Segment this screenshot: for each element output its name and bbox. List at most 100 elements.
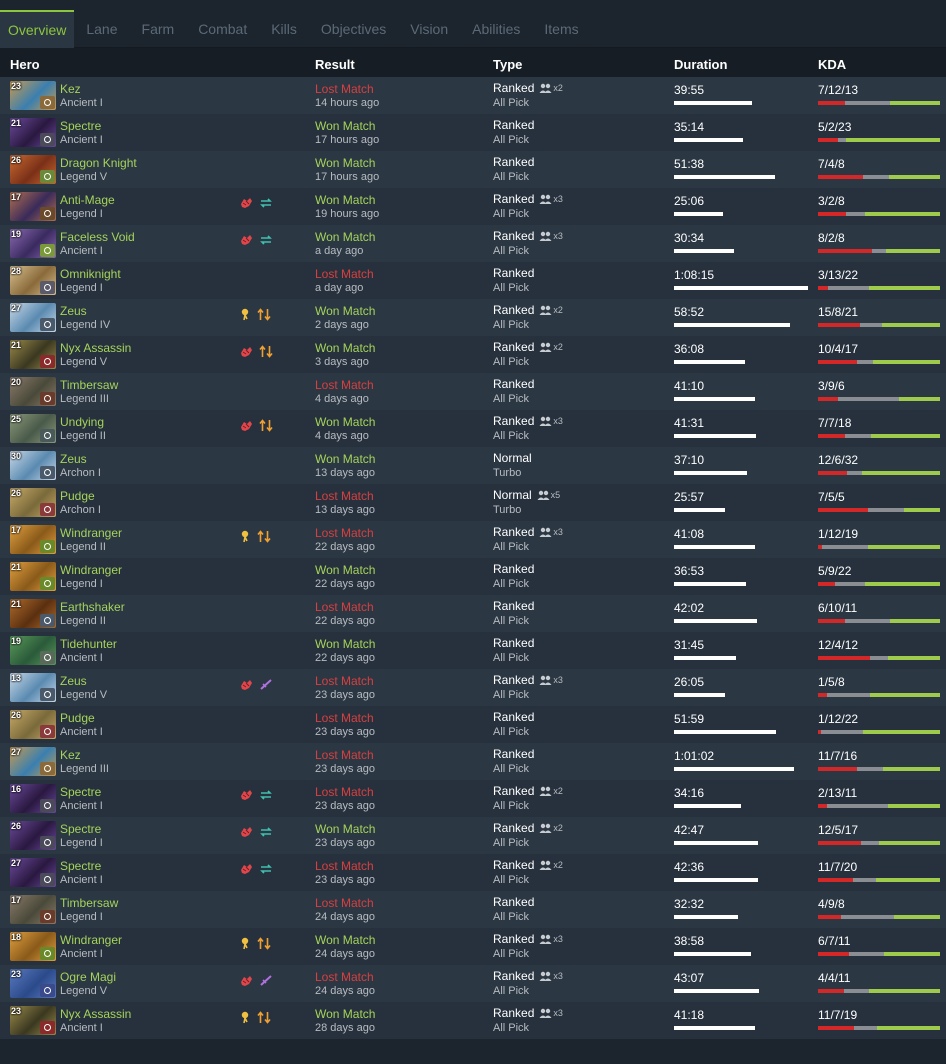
hero-portrait[interactable]: 19 bbox=[10, 636, 56, 665]
tab-overview[interactable]: Overview bbox=[0, 10, 75, 48]
table-row[interactable]: 21 Earthshaker Legend II Lost Match 22 days … bbox=[0, 595, 946, 632]
hero-name[interactable]: Omniknight bbox=[60, 267, 121, 281]
hero-name[interactable]: Anti-Mage bbox=[60, 193, 115, 207]
table-row[interactable]: 16 Spectre Ancient I Lost Match 23 days ago R… bbox=[0, 780, 946, 817]
table-row[interactable]: 21 Windranger Legend I Won Match 22 days ago… bbox=[0, 558, 946, 595]
hero-name[interactable]: Spectre bbox=[60, 859, 101, 873]
table-row[interactable]: 28 Omniknight Legend I Lost Match a day ago R… bbox=[0, 262, 946, 299]
hero-portrait[interactable]: 27 bbox=[10, 747, 56, 776]
hero-portrait[interactable]: 26 bbox=[10, 155, 56, 184]
match-result[interactable]: Won Match bbox=[315, 1007, 375, 1021]
match-result[interactable]: Lost Match bbox=[315, 489, 374, 503]
table-row[interactable]: 26 Pudge Archon I Lost Match 13 days ago Norm… bbox=[0, 484, 946, 521]
hero-portrait[interactable]: 27 bbox=[10, 858, 56, 887]
match-result[interactable]: Lost Match bbox=[315, 526, 374, 540]
hero-portrait[interactable]: 16 bbox=[10, 784, 56, 813]
tab-items[interactable]: Items bbox=[532, 10, 590, 48]
hero-name[interactable]: Tidehunter bbox=[60, 637, 117, 651]
hero-portrait[interactable]: 21 bbox=[10, 118, 56, 147]
table-row[interactable]: 26 Pudge Ancient I Lost Match 23 days ago Ran… bbox=[0, 706, 946, 743]
match-result[interactable]: Won Match bbox=[315, 156, 375, 170]
column-header-kda[interactable]: KDA bbox=[818, 57, 846, 72]
hero-name[interactable]: Nyx Assassin bbox=[60, 1007, 131, 1021]
hero-name[interactable]: Windranger bbox=[60, 563, 122, 577]
table-row[interactable]: 27 Zeus Legend IV Won Match 2 days ago Ranked… bbox=[0, 299, 946, 336]
hero-portrait[interactable]: 21 bbox=[10, 562, 56, 591]
hero-portrait[interactable]: 18 bbox=[10, 932, 56, 961]
tab-combat[interactable]: Combat bbox=[186, 10, 259, 48]
table-row[interactable]: 26 Spectre Legend I Won Match 23 days ago Ran… bbox=[0, 817, 946, 854]
tab-farm[interactable]: Farm bbox=[130, 10, 187, 48]
match-result[interactable]: Lost Match bbox=[315, 82, 374, 96]
hero-portrait[interactable]: 17 bbox=[10, 525, 56, 554]
match-result[interactable]: Lost Match bbox=[315, 748, 374, 762]
hero-name[interactable]: Spectre bbox=[60, 119, 101, 133]
match-result[interactable]: Lost Match bbox=[315, 674, 374, 688]
table-row[interactable]: 17 Anti-Mage Legend I Won Match 19 hours ago… bbox=[0, 188, 946, 225]
table-row[interactable]: 21 Nyx Assassin Legend V Won Match 3 days ag… bbox=[0, 336, 946, 373]
hero-name[interactable]: Pudge bbox=[60, 711, 95, 725]
hero-name[interactable]: Spectre bbox=[60, 785, 101, 799]
table-row[interactable]: 23 Nyx Assassin Ancient I Won Match 28 days … bbox=[0, 1002, 946, 1039]
hero-name[interactable]: Earthshaker bbox=[60, 600, 125, 614]
tab-lane[interactable]: Lane bbox=[74, 10, 129, 48]
match-result[interactable]: Won Match bbox=[315, 822, 375, 836]
hero-portrait[interactable]: 23 bbox=[10, 81, 56, 110]
match-result[interactable]: Won Match bbox=[315, 637, 375, 651]
hero-name[interactable]: Dragon Knight bbox=[60, 156, 137, 170]
hero-name[interactable]: Pudge bbox=[60, 489, 95, 503]
match-result[interactable]: Lost Match bbox=[315, 896, 374, 910]
hero-portrait[interactable]: 26 bbox=[10, 710, 56, 739]
table-row[interactable]: 19 Tidehunter Ancient I Won Match 22 days ag… bbox=[0, 632, 946, 669]
hero-name[interactable]: Zeus bbox=[60, 674, 87, 688]
match-result[interactable]: Won Match bbox=[315, 563, 375, 577]
table-row[interactable]: 25 Undying Legend II Won Match 4 days ago Ran… bbox=[0, 410, 946, 447]
match-result[interactable]: Lost Match bbox=[315, 378, 374, 392]
match-result[interactable]: Won Match bbox=[315, 415, 375, 429]
hero-name[interactable]: Windranger bbox=[60, 526, 122, 540]
hero-name[interactable]: Zeus bbox=[60, 452, 87, 466]
tab-objectives[interactable]: Objectives bbox=[309, 10, 398, 48]
hero-portrait[interactable]: 27 bbox=[10, 303, 56, 332]
column-header-result[interactable]: Result bbox=[315, 57, 355, 72]
hero-portrait[interactable]: 17 bbox=[10, 895, 56, 924]
match-result[interactable]: Lost Match bbox=[315, 600, 374, 614]
table-row[interactable]: 30 Zeus Archon I Won Match 13 days ago Normal… bbox=[0, 447, 946, 484]
match-result[interactable]: Won Match bbox=[315, 341, 375, 355]
table-row[interactable]: 23 Ogre Magi Legend V Lost Match 24 days ago… bbox=[0, 965, 946, 1002]
hero-portrait[interactable]: 20 bbox=[10, 377, 56, 406]
hero-name[interactable]: Faceless Void bbox=[60, 230, 135, 244]
table-row[interactable]: 17 Windranger Legend II Lost Match 22 days a… bbox=[0, 521, 946, 558]
tab-abilities[interactable]: Abilities bbox=[460, 10, 532, 48]
tab-kills[interactable]: Kills bbox=[259, 10, 309, 48]
hero-name[interactable]: Spectre bbox=[60, 822, 101, 836]
match-result[interactable]: Lost Match bbox=[315, 711, 374, 725]
table-row[interactable]: 17 Timbersaw Legend I Lost Match 24 days ago… bbox=[0, 891, 946, 928]
hero-portrait[interactable]: 30 bbox=[10, 451, 56, 480]
match-result[interactable]: Won Match bbox=[315, 304, 375, 318]
table-row[interactable]: 19 Faceless Void Ancient I Won Match a day a… bbox=[0, 225, 946, 262]
column-header-type[interactable]: Type bbox=[493, 57, 522, 72]
hero-portrait[interactable]: 21 bbox=[10, 340, 56, 369]
hero-name[interactable]: Ogre Magi bbox=[60, 970, 116, 984]
match-result[interactable]: Lost Match bbox=[315, 859, 374, 873]
hero-name[interactable]: Zeus bbox=[60, 304, 87, 318]
hero-name[interactable]: Kez bbox=[60, 82, 81, 96]
match-result[interactable]: Won Match bbox=[315, 119, 375, 133]
table-row[interactable]: 27 Kez Legend III Lost Match 23 days ago Rank… bbox=[0, 743, 946, 780]
column-header-duration[interactable]: Duration bbox=[674, 57, 727, 72]
match-result[interactable]: Lost Match bbox=[315, 267, 374, 281]
hero-portrait[interactable]: 19 bbox=[10, 229, 56, 258]
table-row[interactable]: 23 Kez Ancient I Lost Match 14 hours ago Rank… bbox=[0, 77, 946, 114]
hero-name[interactable]: Undying bbox=[60, 415, 104, 429]
hero-portrait[interactable]: 21 bbox=[10, 599, 56, 628]
match-result[interactable]: Won Match bbox=[315, 230, 375, 244]
hero-name[interactable]: Timbersaw bbox=[60, 378, 118, 392]
hero-portrait[interactable]: 26 bbox=[10, 821, 56, 850]
table-row[interactable]: 13 Zeus Legend V Lost Match 23 days ago Ranke… bbox=[0, 669, 946, 706]
hero-portrait[interactable]: 13 bbox=[10, 673, 56, 702]
match-result[interactable]: Won Match bbox=[315, 933, 375, 947]
table-row[interactable]: 18 Windranger Ancient I Won Match 24 days ag… bbox=[0, 928, 946, 965]
tab-vision[interactable]: Vision bbox=[398, 10, 460, 48]
hero-portrait[interactable]: 23 bbox=[10, 969, 56, 998]
